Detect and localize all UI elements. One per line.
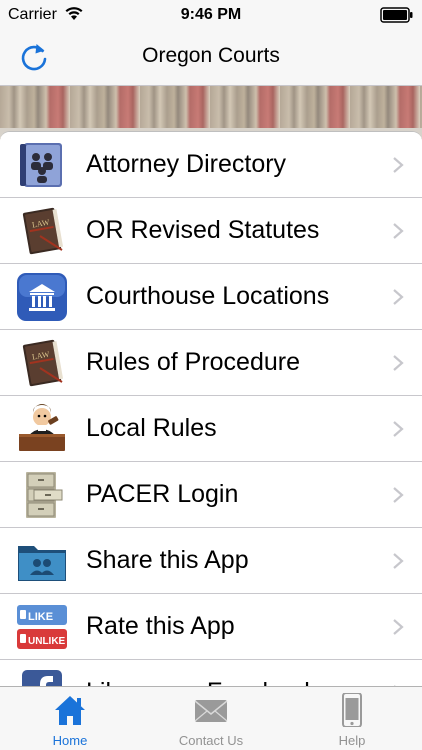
navigation-bar: Oregon Courts [0, 30, 422, 86]
tab-help[interactable]: Help [282, 687, 422, 750]
list-item-label: Like us on Facebook [86, 678, 317, 686]
list-item-like-us-on-facebook[interactable]: Like us on Facebook [0, 660, 422, 686]
page-title: Oregon Courts [142, 44, 280, 67]
list-item-label: Rate this App [86, 612, 235, 640]
list-item-label: OR Revised Statutes [86, 216, 320, 244]
courthouse-icon [17, 273, 67, 321]
list-item-attorney-directory[interactable]: Attorney Directory [0, 132, 422, 198]
chevron-right-icon [393, 553, 404, 569]
chevron-right-icon [393, 619, 404, 635]
svg-text:LIKE: LIKE [28, 611, 53, 623]
tab-home[interactable]: Home [0, 687, 140, 750]
chevron-right-icon [393, 355, 404, 371]
clock-time: 9:46 PM [180, 6, 242, 23]
judge-icon [19, 404, 65, 451]
list-item-rate-this-app[interactable]: LIKE UNLIKE Rate this App [0, 594, 422, 660]
tab-label: Help [338, 733, 366, 748]
phone-icon [342, 693, 362, 727]
list-item-or-revised-statutes[interactable]: LAW OR Revised Statutes [0, 198, 422, 264]
list-item-label: Local Rules [86, 414, 217, 442]
list-item-pacer-login[interactable]: PACER Login [0, 462, 422, 528]
list-item-local-rules[interactable]: Local Rules [0, 396, 422, 462]
tab-label: Contact Us [178, 733, 244, 748]
chevron-right-icon [393, 223, 404, 239]
list-item-rules-of-procedure[interactable]: LAW Rules of Procedure [0, 330, 422, 396]
facebook-icon [22, 670, 62, 686]
chevron-right-icon [393, 487, 404, 503]
like-unlike-icon: LIKE UNLIKE [17, 605, 67, 649]
tab-label: Home [52, 733, 88, 748]
chevron-right-icon [393, 157, 404, 173]
law-book-icon: LAW [22, 339, 64, 387]
list-item-label: Share this App [86, 546, 249, 574]
envelope-icon [194, 700, 228, 722]
home-icon [55, 696, 85, 725]
list-item-courthouse-locations[interactable]: Courthouse Locations [0, 264, 422, 330]
share-folder-icon [18, 546, 66, 581]
tab-bar: Home Contact Us Help [0, 686, 422, 750]
chevron-right-icon [393, 421, 404, 437]
list-item-label: Courthouse Locations [86, 282, 330, 310]
list-item-share-this-app[interactable]: Share this App [0, 528, 422, 594]
status-bar: Carrier 9:46 PM [0, 0, 422, 30]
list-item-label: Attorney Directory [86, 150, 287, 178]
directory-book-icon [20, 143, 62, 187]
law-book-icon: LAW [22, 207, 64, 255]
svg-text:UNLIKE: UNLIKE [28, 636, 66, 647]
list-item-label: Rules of Procedure [86, 348, 301, 376]
menu-list: Attorney Directory LAW OR Revised Statut… [0, 131, 422, 686]
list-item-label: PACER Login [86, 480, 239, 508]
battery-icon [380, 7, 413, 23]
tab-contact-us[interactable]: Contact Us [141, 687, 281, 750]
file-cabinet-icon [26, 472, 63, 518]
chevron-right-icon [393, 289, 404, 305]
